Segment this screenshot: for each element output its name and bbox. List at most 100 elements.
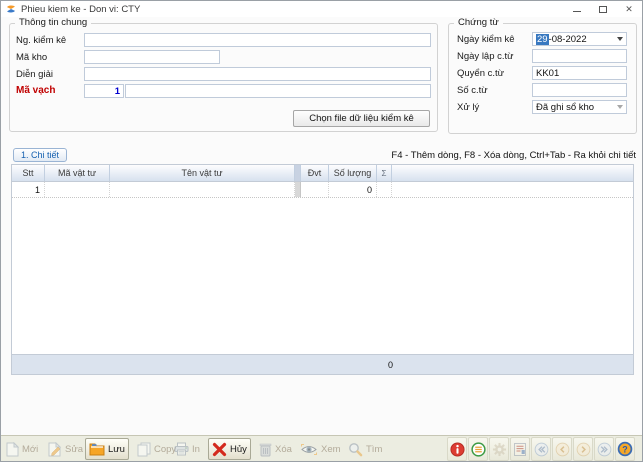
new-button-label: Mới: [22, 444, 38, 455]
info-icon: [450, 442, 465, 457]
cell-stt[interactable]: 1: [12, 182, 45, 197]
tab-detail[interactable]: 1. Chi tiết: [13, 148, 67, 162]
barcode-label: Mã vạch: [16, 85, 55, 96]
cancel-button[interactable]: Hủy: [208, 438, 251, 460]
cell-dvt[interactable]: [301, 182, 329, 197]
cancel-icon: [212, 442, 227, 457]
settings-gear-icon: [492, 442, 507, 457]
window-title: Phieu kiem ke - Don vi: CTY: [21, 4, 140, 15]
close-icon: ✕: [625, 5, 633, 14]
view-button-label: Xem: [321, 444, 341, 455]
info-button[interactable]: [447, 437, 467, 461]
dropdown-arrow-icon[interactable]: [617, 37, 623, 41]
grid-summary-row: 0: [12, 354, 633, 374]
column-header-filler: [392, 165, 633, 181]
minimize-button[interactable]: [564, 1, 590, 17]
settings-button[interactable]: [489, 437, 509, 461]
help-button[interactable]: ?: [615, 437, 635, 461]
last-record-icon: [597, 442, 612, 457]
column-header-sum[interactable]: Σ: [377, 165, 392, 181]
cell-ten-vat-tu[interactable]: [110, 182, 295, 197]
previous-record-button[interactable]: [552, 437, 572, 461]
summary-total-quantity: 0: [342, 355, 397, 375]
app-window: Phieu kiem ke - Don vi: CTY ✕ Thông tin …: [0, 0, 643, 462]
column-header-ma-vat-tu[interactable]: Mã vật tư: [45, 165, 110, 181]
doc-book-label: Quyển c.từ: [457, 68, 504, 79]
new-button[interactable]: Mới: [3, 438, 41, 460]
delete-button-label: Xóa: [275, 444, 292, 455]
help-icon: ?: [617, 441, 633, 457]
cell-ma-vat-tu[interactable]: [45, 182, 110, 197]
column-header-dvt[interactable]: Đvt: [301, 165, 329, 181]
column-header-stt[interactable]: Stt: [12, 165, 45, 181]
app-logo-icon: [6, 4, 16, 14]
save-button[interactable]: Lưu: [85, 438, 129, 460]
copy-icon: [137, 442, 151, 457]
choose-file-button-label: Chọn file dữ liệu kiểm kê: [309, 113, 414, 124]
doc-number-label: Số c.từ: [457, 85, 488, 96]
process-status-value: Đã ghi sổ kho: [536, 102, 615, 113]
edit-button[interactable]: Sửa: [45, 438, 86, 460]
cell-sum: [377, 182, 392, 197]
barcode-count-input[interactable]: [84, 84, 124, 98]
search-icon: [348, 442, 363, 457]
print-button-label: In: [192, 444, 200, 455]
last-record-button[interactable]: [594, 437, 614, 461]
delete-button[interactable]: Xóa: [256, 438, 295, 460]
new-document-icon: [6, 442, 19, 457]
find-button[interactable]: Tìm: [345, 438, 385, 460]
date-selected-day: 29: [536, 34, 549, 45]
first-record-icon: [534, 442, 549, 457]
inventory-date-label: Ngày kiểm kê: [457, 34, 515, 45]
save-button-label: Lưu: [108, 444, 125, 455]
edit-button-label: Sửa: [65, 444, 83, 455]
column-header-so-luong[interactable]: Số lượng: [329, 165, 377, 181]
close-button[interactable]: ✕: [616, 1, 642, 17]
delete-icon: [259, 442, 272, 457]
first-record-button[interactable]: [531, 437, 551, 461]
report-icon: [513, 442, 527, 457]
inventory-date-value: 29-08-2022: [536, 34, 615, 45]
view-icon: [300, 443, 318, 456]
inventory-person-input[interactable]: [84, 33, 431, 47]
menu-list-icon: [471, 442, 486, 457]
print-button[interactable]: In: [171, 438, 203, 460]
dropdown-arrow-icon: [617, 105, 623, 109]
barcode-input[interactable]: [125, 84, 431, 98]
table-row: 1 0: [12, 182, 633, 198]
shortcut-hint: F4 - Thêm dòng, F8 - Xóa dòng, Ctrl+Tab …: [391, 150, 636, 161]
minimize-icon: [573, 11, 581, 12]
window-controls: ✕: [564, 1, 642, 17]
report-button[interactable]: [510, 437, 530, 461]
process-status-label: Xử lý: [457, 102, 479, 113]
choose-file-button[interactable]: Chọn file dữ liệu kiểm kê: [293, 110, 430, 127]
view-button[interactable]: Xem: [297, 438, 344, 460]
general-info-groupbox: Thông tin chung Ng. kiểm kê Mã kho Diễn …: [9, 23, 438, 132]
next-record-icon: [576, 442, 591, 457]
warehouse-code-input[interactable]: [84, 50, 220, 64]
date-rest: -08-2022: [549, 34, 587, 45]
previous-record-icon: [555, 442, 570, 457]
description-input[interactable]: [84, 67, 431, 81]
cancel-button-label: Hủy: [230, 444, 247, 455]
description-label: Diễn giải: [16, 69, 53, 80]
doc-book-input[interactable]: [532, 66, 627, 80]
save-icon: [89, 442, 105, 456]
process-status-select[interactable]: Đã ghi sổ kho: [532, 100, 627, 114]
next-record-button[interactable]: [573, 437, 593, 461]
inventory-date-picker[interactable]: 29-08-2022: [532, 32, 627, 46]
doc-date-input[interactable]: [532, 49, 627, 63]
menu-list-button[interactable]: [468, 437, 488, 461]
document-groupbox: Chứng từ Ngày kiểm kê 29-08-2022 Ngày lậ…: [448, 23, 637, 134]
cell-filler: [392, 182, 633, 197]
column-header-ten-vat-tu[interactable]: Tên vật tư: [110, 165, 295, 181]
doc-number-input[interactable]: [532, 83, 627, 97]
svg-text:?: ?: [622, 444, 628, 454]
inventory-person-label: Ng. kiểm kê: [16, 35, 66, 46]
maximize-button[interactable]: [590, 1, 616, 17]
tab-detail-label: 1. Chi tiết: [21, 150, 59, 160]
warehouse-code-label: Mã kho: [16, 52, 47, 63]
doc-date-label: Ngày lập c.từ: [457, 51, 514, 62]
grid-header-row: Stt Mã vật tư Tên vật tư Đvt Số lượng Σ: [12, 165, 633, 182]
cell-so-luong[interactable]: 0: [329, 182, 377, 197]
